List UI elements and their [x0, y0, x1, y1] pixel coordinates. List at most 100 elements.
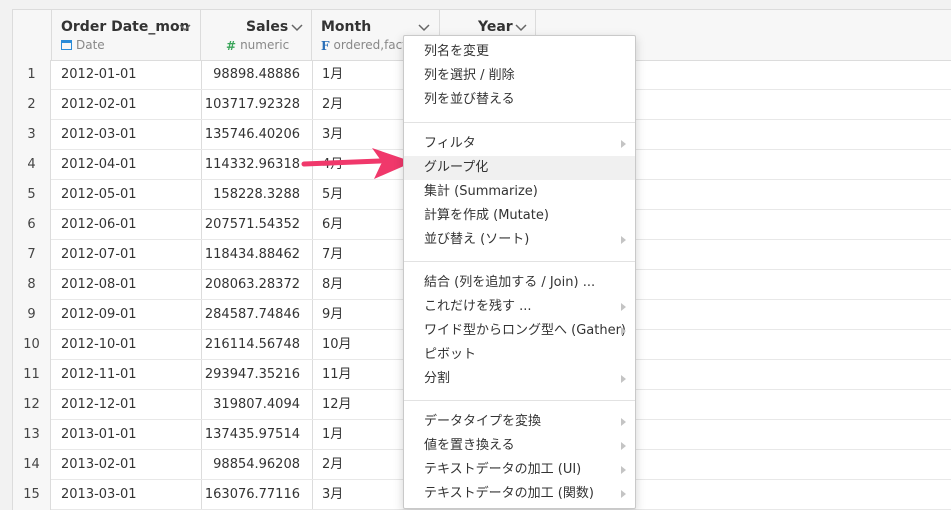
order-date-cell: 2012-05-01	[61, 187, 137, 202]
column-name: Month	[321, 19, 372, 35]
calendar-icon	[61, 39, 72, 53]
order-date-cell: 2012-07-01	[61, 247, 137, 262]
row-index: 10	[13, 330, 51, 360]
menu-item-label: データタイプを変換	[424, 414, 542, 429]
order-date-cell: 2012-10-01	[61, 337, 137, 352]
submenu-arrow-icon	[621, 236, 626, 244]
month-cell: 7月	[322, 247, 344, 262]
chevron-down-icon[interactable]	[290, 20, 304, 34]
month-cell: 10月	[322, 337, 352, 352]
order-date-cell: 2012-01-01	[61, 67, 137, 82]
chevron-down-icon[interactable]	[514, 20, 528, 34]
factor-icon: F	[321, 39, 330, 53]
menu-item-rename[interactable]: 列名を変更	[404, 40, 635, 64]
month-cell: 11月	[322, 367, 352, 382]
sales-cell: 284587.74846	[204, 307, 300, 322]
menu-item-label: 値を置き換える	[424, 438, 515, 453]
submenu-arrow-icon	[621, 375, 626, 383]
menu-item-convert-type[interactable]: データタイプを変換	[404, 410, 635, 434]
row-index: 14	[13, 450, 51, 480]
order-date-cell: 2012-02-01	[61, 97, 137, 112]
month-cell: 9月	[322, 307, 344, 322]
column-header-order-date[interactable]: Order Date_mon Date	[52, 10, 201, 60]
sales-cell: 163076.77116	[204, 487, 300, 502]
menu-item-label: テキストデータの加工 (関数)	[424, 486, 594, 501]
menu-item-pivot[interactable]: ピボット	[404, 343, 635, 367]
menu-item-select-delete[interactable]: 列を選択 / 削除	[404, 64, 635, 88]
sales-cell: 319807.4094	[213, 397, 300, 412]
order-date-cell: 2012-11-01	[61, 367, 137, 382]
row-index: 1	[13, 60, 51, 90]
month-cell: 2月	[322, 97, 344, 112]
menu-item-group[interactable]: グループ化	[404, 156, 635, 180]
menu-item-sort[interactable]: 並び替え (ソート)	[404, 228, 635, 252]
menu-separator	[404, 400, 635, 401]
menu-separator	[404, 122, 635, 123]
row-index: 7	[13, 240, 51, 270]
row-index: 4	[13, 150, 51, 180]
column-type-label: Date	[76, 38, 105, 52]
menu-item-keep-only[interactable]: これだけを残す ...	[404, 295, 635, 319]
order-date-cell: 2012-08-01	[61, 277, 137, 292]
row-index: 13	[13, 420, 51, 450]
menu-item-join[interactable]: 結合 (列を追加する / Join) ...	[404, 271, 635, 295]
row-index: 5	[13, 180, 51, 210]
month-cell: 2月	[322, 457, 344, 472]
menu-item-text-ui[interactable]: テキストデータの加工 (UI)	[404, 458, 635, 482]
month-cell: 6月	[322, 217, 344, 232]
chevron-down-icon[interactable]	[178, 20, 192, 34]
row-index: 12	[13, 390, 51, 420]
column-type: # numeric	[226, 38, 289, 53]
menu-separator	[404, 261, 635, 262]
menu-item-label: テキストデータの加工 (UI)	[424, 462, 582, 477]
column-name: Sales	[246, 19, 289, 35]
menu-item-mutate[interactable]: 計算を作成 (Mutate)	[404, 204, 635, 228]
order-date-cell: 2012-03-01	[61, 127, 137, 142]
menu-item-text-func[interactable]: テキストデータの加工 (関数)	[404, 482, 635, 506]
column-context-menu: 列名を変更 列を選択 / 削除 列を並び替える フィルタ グループ化 集計 (S…	[403, 35, 636, 509]
index-header	[13, 10, 52, 60]
submenu-arrow-icon	[621, 327, 626, 335]
sales-cell: 98854.96208	[213, 457, 300, 472]
submenu-arrow-icon	[621, 303, 626, 311]
column-type: Date	[61, 38, 105, 53]
column-name: Order Date_mon	[61, 19, 190, 35]
row-index: 9	[13, 300, 51, 330]
order-date-cell: 2012-04-01	[61, 157, 137, 172]
menu-item-label: フィルタ	[424, 136, 476, 151]
row-index: 6	[13, 210, 51, 240]
row-index: 8	[13, 270, 51, 300]
order-date-cell: 2012-06-01	[61, 217, 137, 232]
order-date-cell: 2013-03-01	[61, 487, 137, 502]
sales-cell: 216114.56748	[204, 337, 300, 352]
order-date-cell: 2013-01-01	[61, 427, 137, 442]
menu-item-summarize[interactable]: 集計 (Summarize)	[404, 180, 635, 204]
submenu-arrow-icon	[621, 442, 626, 450]
submenu-arrow-icon	[621, 466, 626, 474]
order-date-cell: 2012-09-01	[61, 307, 137, 322]
row-index: 15	[13, 480, 51, 510]
month-cell: 1月	[322, 67, 344, 82]
order-date-cell: 2013-02-01	[61, 457, 137, 472]
menu-item-reorder[interactable]: 列を並び替える	[404, 88, 635, 112]
menu-item-filter[interactable]: フィルタ	[404, 132, 635, 156]
chevron-down-icon[interactable]	[417, 20, 431, 34]
menu-item-label: 並び替え (ソート)	[424, 232, 530, 247]
menu-item-label: ワイド型からロング型へ (Gather)	[424, 323, 626, 338]
row-index: 11	[13, 360, 51, 390]
order-date-cell: 2012-12-01	[61, 397, 137, 412]
menu-item-label: 分割	[424, 371, 451, 386]
menu-item-gather[interactable]: ワイド型からロング型へ (Gather)	[404, 319, 635, 343]
month-cell: 5月	[322, 187, 344, 202]
column-name: Year	[478, 19, 513, 35]
menu-item-replace[interactable]: 値を置き換える	[404, 434, 635, 458]
menu-item-split[interactable]: 分割	[404, 367, 635, 391]
sales-cell: 118434.88462	[204, 247, 300, 262]
submenu-arrow-icon	[621, 140, 626, 148]
column-header-sales[interactable]: Sales # numeric	[201, 10, 312, 60]
sales-cell: 103717.92328	[204, 97, 300, 112]
sales-cell: 207571.54352	[204, 217, 300, 232]
submenu-arrow-icon	[621, 418, 626, 426]
sales-cell: 135746.40206	[204, 127, 300, 142]
month-cell: 1月	[322, 427, 344, 442]
